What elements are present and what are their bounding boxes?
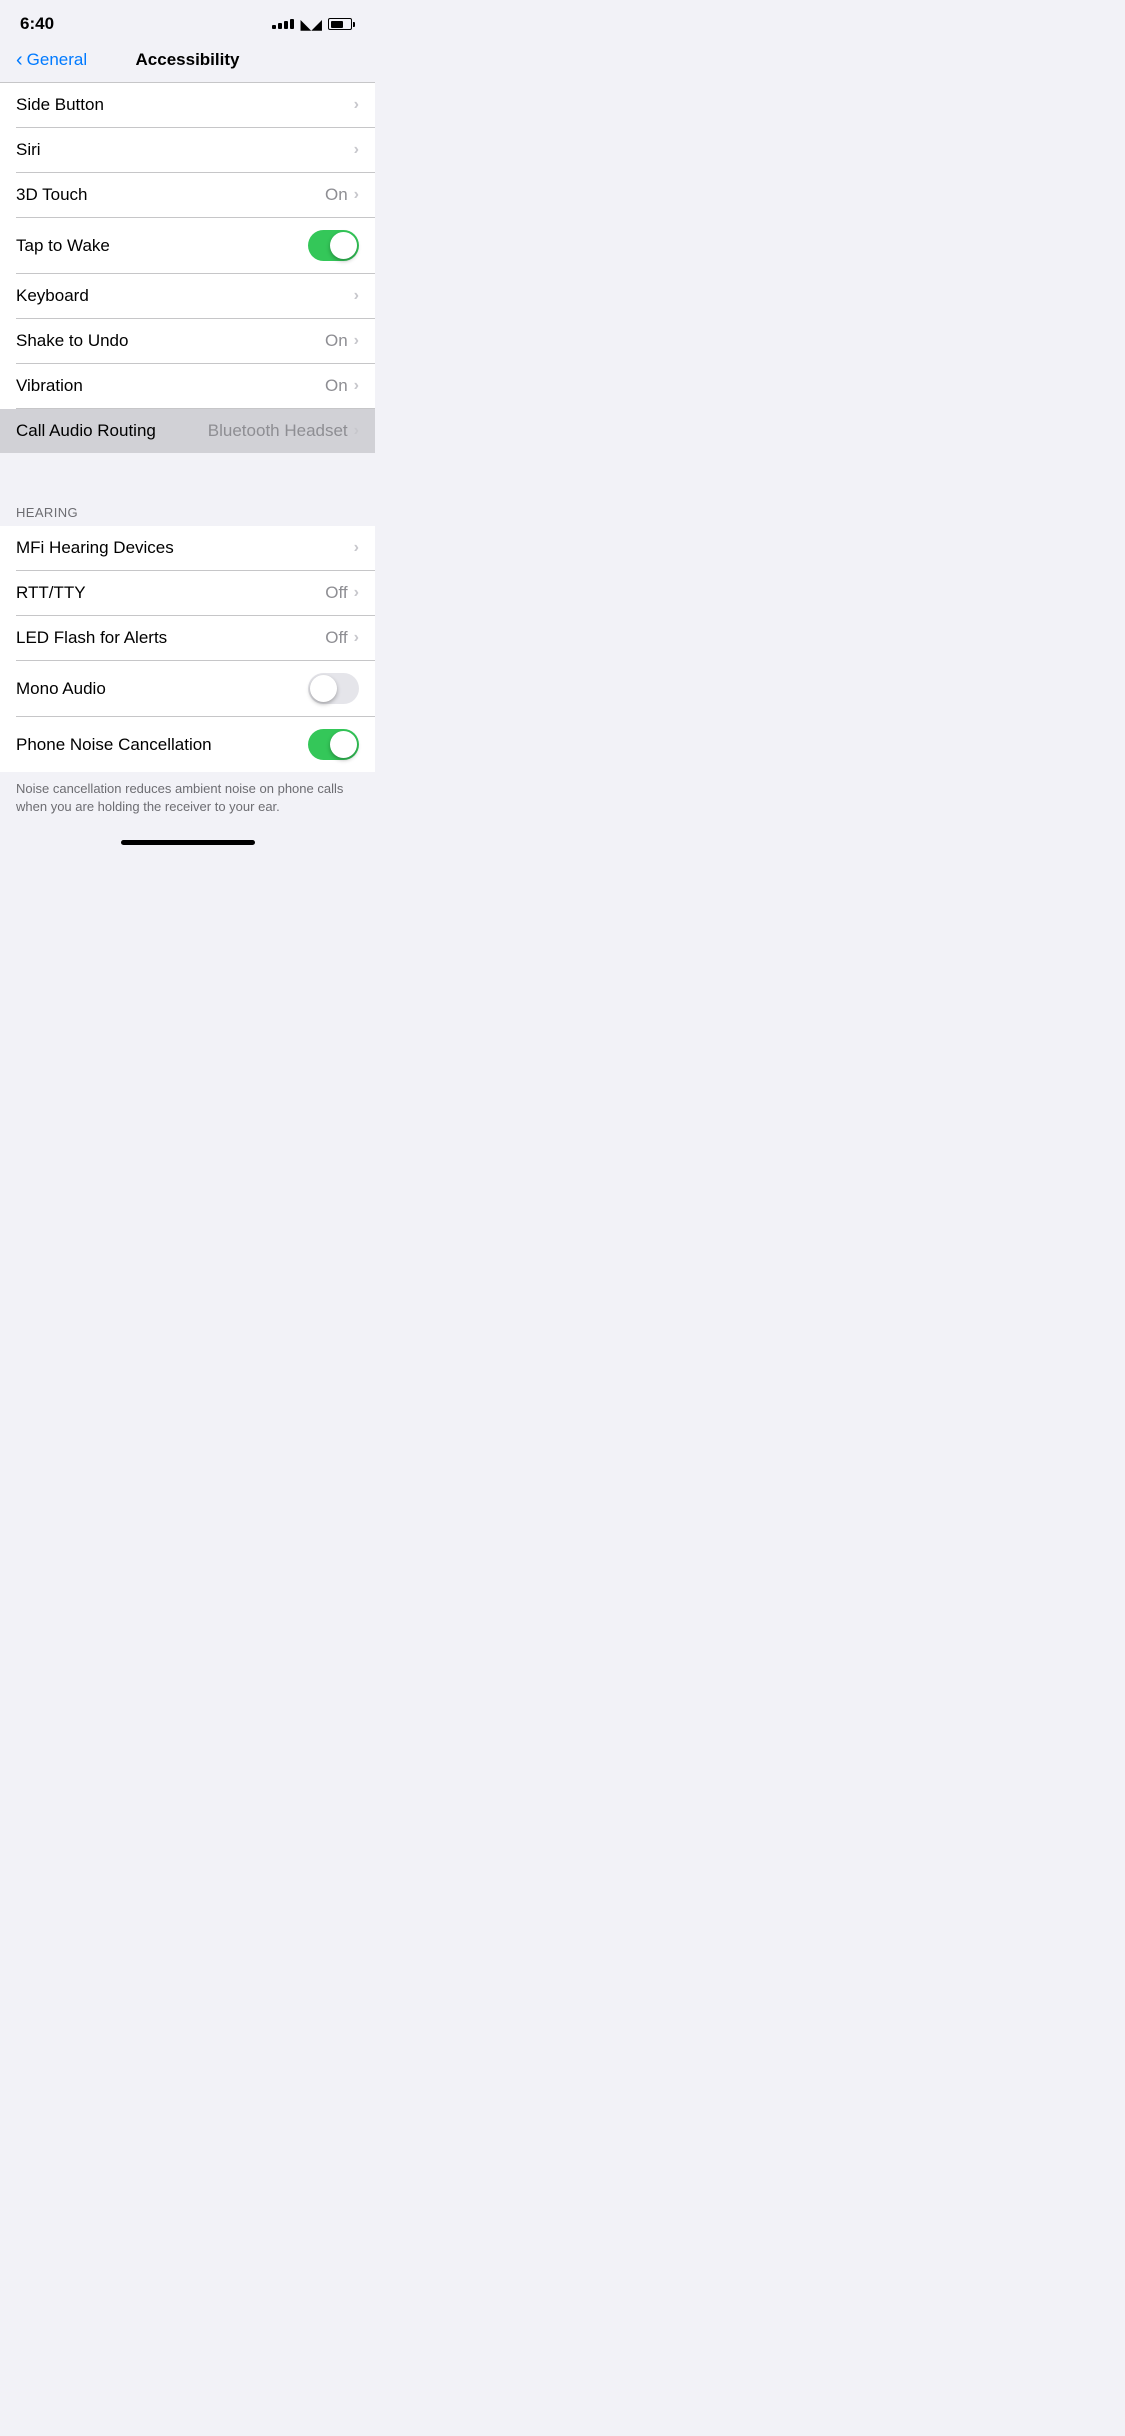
mfi-hearing-label: MFi Hearing Devices [16,538,354,558]
side-button-right: › [354,96,359,114]
3d-touch-value: On [325,185,348,205]
led-flash-value: Off [325,628,347,648]
3d-touch-right: On › [325,185,359,205]
back-chevron-icon: ‹ [16,50,23,70]
3d-touch-label: 3D Touch [16,185,325,205]
toggle-knob [330,232,357,259]
call-audio-routing-right: Bluetooth Headset › [208,421,359,441]
keyboard-right: › [354,287,359,305]
siri-right: › [354,141,359,159]
call-audio-routing-row[interactable]: Call Audio Routing Bluetooth Headset › [0,409,375,453]
mono-audio-row[interactable]: Mono Audio [0,661,375,716]
shake-to-undo-right: On › [325,331,359,351]
group-gap [0,453,375,489]
side-button-chevron-icon: › [354,96,359,114]
siri-label: Siri [16,140,354,160]
vibration-value: On [325,376,348,396]
side-button-row[interactable]: Side Button › [0,83,375,127]
rtt-tty-row[interactable]: RTT/TTY Off › [0,571,375,615]
rtt-tty-value: Off [325,583,347,603]
shake-to-undo-chevron-icon: › [354,332,359,350]
back-button[interactable]: ‹ General [16,50,87,70]
call-audio-routing-chevron-icon: › [354,422,359,440]
siri-chevron-icon: › [354,141,359,159]
phone-noise-row[interactable]: Phone Noise Cancellation [0,717,375,772]
rtt-tty-right: Off › [325,583,359,603]
hearing-section-header: HEARING [0,489,375,526]
tap-to-wake-right [308,230,359,261]
footer-note: Noise cancellation reduces ambient noise… [0,772,375,832]
call-audio-routing-label: Call Audio Routing [16,421,208,441]
rtt-tty-chevron-icon: › [354,584,359,602]
vibration-chevron-icon: › [354,377,359,395]
keyboard-chevron-icon: › [354,287,359,305]
shake-to-undo-row[interactable]: Shake to Undo On › [0,319,375,363]
shake-to-undo-value: On [325,331,348,351]
led-flash-chevron-icon: › [354,629,359,647]
siri-row[interactable]: Siri › [0,128,375,172]
hearing-settings-group: MFi Hearing Devices › RTT/TTY Off › LED … [0,526,375,772]
mono-audio-label: Mono Audio [16,679,308,699]
status-bar: 6:40 ◣◢ [0,0,375,42]
3d-touch-row[interactable]: 3D Touch On › [0,173,375,217]
tap-to-wake-row[interactable]: Tap to Wake [0,218,375,273]
led-flash-label: LED Flash for Alerts [16,628,325,648]
toggle-knob [330,731,357,758]
keyboard-row[interactable]: Keyboard › [0,274,375,318]
keyboard-label: Keyboard [16,286,354,306]
toggle-knob [310,675,337,702]
vibration-row[interactable]: Vibration On › [0,364,375,408]
tap-to-wake-toggle[interactable] [308,230,359,261]
call-audio-routing-value: Bluetooth Headset [208,421,348,441]
mfi-hearing-right: › [354,539,359,557]
mono-audio-right [308,673,359,704]
home-indicator [0,832,375,857]
led-flash-row[interactable]: LED Flash for Alerts Off › [0,616,375,660]
status-icons: ◣◢ [272,16,355,33]
shake-to-undo-label: Shake to Undo [16,331,325,351]
phone-noise-toggle[interactable] [308,729,359,760]
phone-noise-right [308,729,359,760]
mfi-hearing-chevron-icon: › [354,539,359,557]
vibration-right: On › [325,376,359,396]
3d-touch-chevron-icon: › [354,186,359,204]
battery-icon [328,18,355,30]
wifi-icon: ◣◢ [300,16,322,33]
main-settings-group: Side Button › Siri › 3D Touch On › Tap t… [0,83,375,453]
nav-bar: ‹ General Accessibility [0,42,375,82]
signal-icon [272,19,294,29]
home-bar [121,840,255,845]
mono-audio-toggle[interactable] [308,673,359,704]
mfi-hearing-row[interactable]: MFi Hearing Devices › [0,526,375,570]
phone-noise-label: Phone Noise Cancellation [16,735,308,755]
side-button-label: Side Button [16,95,354,115]
tap-to-wake-label: Tap to Wake [16,236,308,256]
page-title: Accessibility [136,50,240,70]
vibration-label: Vibration [16,376,325,396]
rtt-tty-label: RTT/TTY [16,583,325,603]
back-label: General [27,50,87,70]
led-flash-right: Off › [325,628,359,648]
status-time: 6:40 [20,14,54,34]
